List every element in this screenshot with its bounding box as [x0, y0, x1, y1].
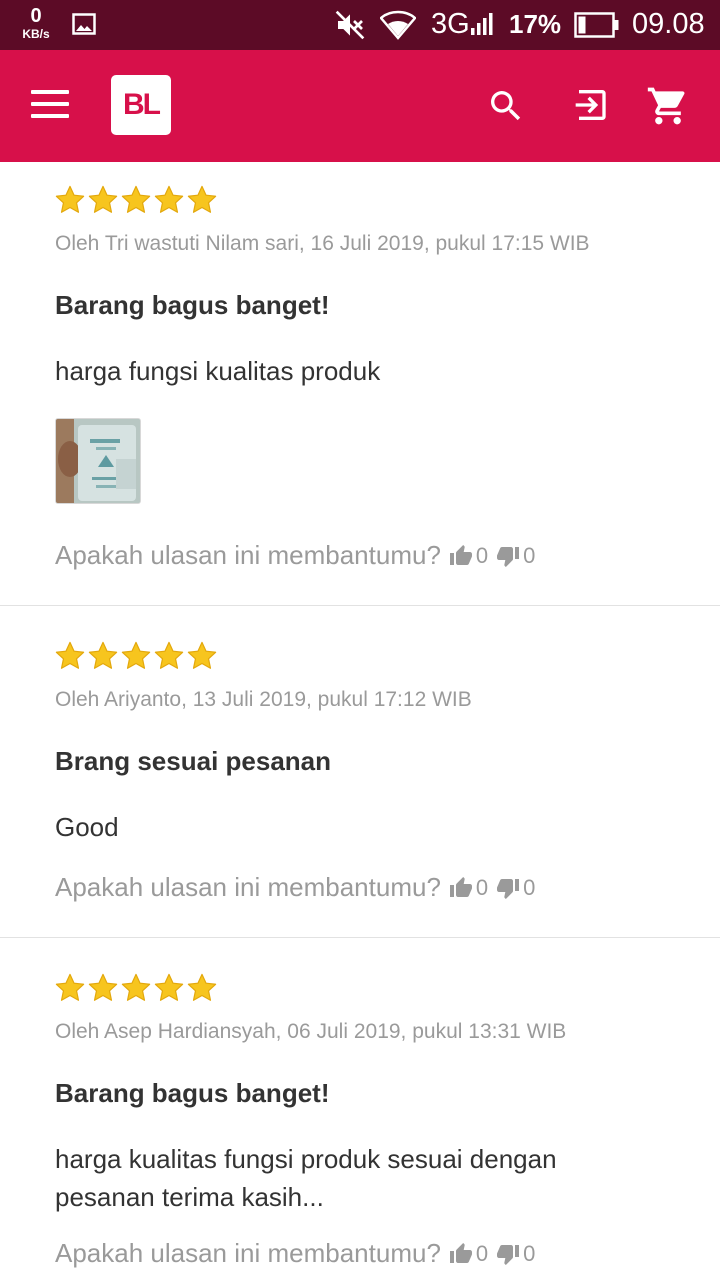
login-icon[interactable]: [569, 85, 609, 125]
network-speed: 0 KB/s: [18, 6, 54, 40]
thumb-up-icon: [449, 876, 473, 900]
helpful-row: Apakah ulasan ini membantumu? 0 0: [55, 540, 535, 571]
helpful-question: Apakah ulasan ini membantumu?: [55, 1238, 441, 1268]
network-speed-value: 0: [30, 5, 42, 27]
helpful-question: Apakah ulasan ini membantumu?: [55, 540, 441, 570]
dislike-count: 0: [523, 542, 536, 568]
star-icon: [54, 184, 86, 216]
dislike-count: 0: [523, 874, 536, 900]
like-count: 0: [475, 1240, 489, 1266]
cart-icon[interactable]: [646, 84, 690, 128]
helpful-row: Apakah ulasan ini membantumu? 0 0: [55, 1238, 535, 1269]
rating-stars: [54, 640, 218, 672]
dislike-button[interactable]: 0: [496, 543, 535, 569]
star-icon: [120, 972, 152, 1004]
review-title: Barang bagus banget!: [55, 290, 330, 320]
menu-icon[interactable]: [31, 90, 69, 120]
star-icon: [87, 184, 119, 216]
signal-icon: [471, 13, 493, 35]
star-icon: [54, 640, 86, 672]
star-icon: [120, 640, 152, 672]
thumb-down-icon: [496, 876, 520, 900]
star-icon: [153, 184, 185, 216]
clock: 09.08: [632, 8, 705, 40]
dislike-button[interactable]: 0: [496, 1241, 535, 1267]
image-notification-icon: [72, 13, 96, 35]
app-logo[interactable]: BL: [111, 75, 171, 135]
review-list: Oleh Tri wastuti Nilam sari, 16 Juli 201…: [0, 162, 720, 1280]
thumb-up-icon: [449, 1242, 473, 1266]
rating-stars: [54, 184, 218, 216]
rating-stars: [54, 972, 218, 1004]
network-speed-unit: KB/s: [22, 27, 50, 41]
like-button[interactable]: 0: [449, 875, 488, 901]
battery-percent: 17%: [509, 9, 562, 39]
star-icon: [153, 640, 185, 672]
star-icon: [186, 184, 218, 216]
review-item: Oleh Tri wastuti Nilam sari, 16 Juli 201…: [0, 162, 720, 606]
star-icon: [186, 640, 218, 672]
wifi-icon: [380, 10, 416, 40]
review-meta: Oleh Tri wastuti Nilam sari, 16 Juli 201…: [55, 232, 590, 255]
review-body: harga fungsi kualitas produk: [55, 356, 381, 386]
helpful-row: Apakah ulasan ini membantumu? 0 0: [55, 872, 535, 903]
star-icon: [54, 972, 86, 1004]
star-icon: [87, 972, 119, 1004]
like-button[interactable]: 0: [449, 1241, 488, 1267]
dislike-count: 0: [523, 1240, 536, 1266]
review-item: Oleh Ariyanto, 13 Juli 2019, pukul 17:12…: [0, 606, 720, 938]
battery-icon: [574, 12, 619, 38]
star-icon: [87, 640, 119, 672]
like-button[interactable]: 0: [449, 543, 488, 569]
review-body: harga kualitas fungsi produk sesuai deng…: [55, 1144, 557, 1212]
review-item: Oleh Asep Hardiansyah, 06 Juli 2019, puk…: [0, 938, 720, 1280]
review-meta: Oleh Asep Hardiansyah, 06 Juli 2019, puk…: [55, 1020, 567, 1043]
helpful-question: Apakah ulasan ini membantumu?: [55, 872, 441, 902]
thumb-down-icon: [496, 1242, 520, 1266]
review-meta: Oleh Ariyanto, 13 Juli 2019, pukul 17:12…: [55, 688, 472, 711]
app-bar: BL: [0, 50, 720, 162]
status-bar: 0 KB/s 3G 17% 09.08: [0, 0, 720, 50]
review-title: Brang sesuai pesanan: [55, 746, 331, 776]
dislike-button[interactable]: 0: [496, 875, 535, 901]
review-title: Barang bagus banget!: [55, 1078, 330, 1108]
like-count: 0: [475, 542, 489, 568]
star-icon: [153, 972, 185, 1004]
search-icon[interactable]: [486, 86, 526, 126]
review-photo[interactable]: [55, 418, 141, 504]
mute-icon: [335, 10, 365, 40]
review-body: Good: [55, 812, 119, 842]
star-icon: [186, 972, 218, 1004]
thumb-down-icon: [496, 544, 520, 568]
like-count: 0: [475, 874, 489, 900]
network-type: 3G: [431, 8, 470, 40]
thumb-up-icon: [449, 544, 473, 568]
star-icon: [120, 184, 152, 216]
